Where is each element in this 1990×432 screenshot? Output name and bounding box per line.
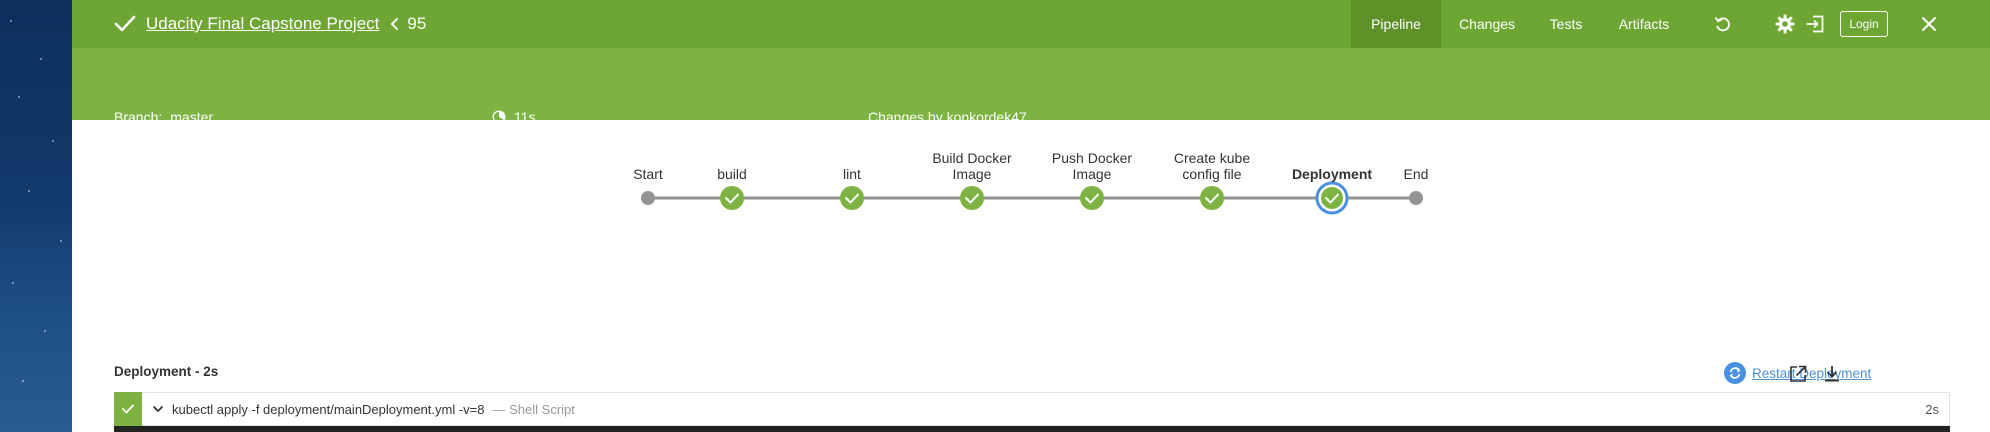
step-duration: 2s bbox=[1925, 401, 1939, 417]
close-icon[interactable] bbox=[1918, 16, 1940, 32]
expand-chevron-icon[interactable] bbox=[152, 405, 164, 413]
tab-pipeline[interactable]: Pipeline bbox=[1351, 0, 1441, 48]
step-panel-title: Deployment - 2s bbox=[114, 364, 219, 379]
stage-label-end: End bbox=[1403, 166, 1429, 182]
step-type: — Shell Script bbox=[492, 401, 575, 417]
stage-node-build[interactable] bbox=[720, 186, 744, 210]
pipeline-graph-svg bbox=[641, 181, 1423, 215]
stage-node-deployment[interactable] bbox=[1315, 181, 1349, 215]
tab-artifacts[interactable]: Artifacts bbox=[1599, 0, 1689, 48]
tab-changes[interactable]: Changes bbox=[1441, 0, 1533, 48]
pipeline-graph: Start build lint Build Docker Image Push… bbox=[72, 120, 1990, 240]
stage-node-start bbox=[641, 191, 655, 205]
back-chevron-icon[interactable] bbox=[389, 17, 399, 31]
stage-label-create-kube-config-file[interactable]: Create kube config file bbox=[1162, 150, 1262, 182]
login-button[interactable]: Login bbox=[1840, 11, 1888, 37]
success-check-icon bbox=[114, 15, 136, 33]
pipeline-title-link[interactable]: Udacity Final Capstone Project bbox=[146, 14, 379, 34]
stage-label-lint[interactable]: lint bbox=[802, 166, 902, 182]
stage-label-build[interactable]: build bbox=[682, 166, 782, 182]
step-success-icon bbox=[114, 392, 142, 426]
open-in-new-icon[interactable] bbox=[1788, 364, 1808, 389]
run-tabs: Pipeline Changes Tests Artifacts bbox=[1351, 0, 1689, 48]
blue-ocean-app: Udacity Final Capstone Project 95 Pipeli… bbox=[72, 0, 1990, 432]
restart-icon[interactable] bbox=[1724, 362, 1746, 384]
stage-label-push-docker-image[interactable]: Push Docker Image bbox=[1042, 150, 1142, 182]
restart-stage-link[interactable]: Restart Deployment bbox=[1752, 366, 1871, 381]
tab-tests[interactable]: Tests bbox=[1533, 0, 1599, 48]
stage-node-end bbox=[1409, 191, 1423, 205]
header-actions: Login bbox=[1712, 0, 1940, 48]
step-row[interactable]: kubectl apply -f deployment/mainDeployme… bbox=[114, 392, 1950, 426]
background-strip bbox=[0, 0, 72, 432]
stage-node-create-kube-config-file[interactable] bbox=[1200, 186, 1224, 210]
log-output-area bbox=[114, 426, 1950, 432]
download-icon[interactable] bbox=[1822, 364, 1842, 389]
run-header: Udacity Final Capstone Project 95 Pipeli… bbox=[72, 0, 1990, 48]
stage-label-build-docker-image[interactable]: Build Docker Image bbox=[922, 150, 1022, 182]
step-command: kubectl apply -f deployment/mainDeployme… bbox=[172, 401, 485, 417]
run-details: Branch: master Commit: – 11s 27 minutes … bbox=[72, 48, 1990, 153]
sign-in-icon[interactable] bbox=[1804, 15, 1826, 33]
stage-node-lint[interactable] bbox=[840, 186, 864, 210]
replay-icon[interactable] bbox=[1712, 15, 1734, 33]
gear-icon[interactable] bbox=[1774, 14, 1796, 34]
stage-node-build-docker-image[interactable] bbox=[960, 186, 984, 210]
run-number: 95 bbox=[407, 14, 427, 33]
stage-node-push-docker-image[interactable] bbox=[1080, 186, 1104, 210]
